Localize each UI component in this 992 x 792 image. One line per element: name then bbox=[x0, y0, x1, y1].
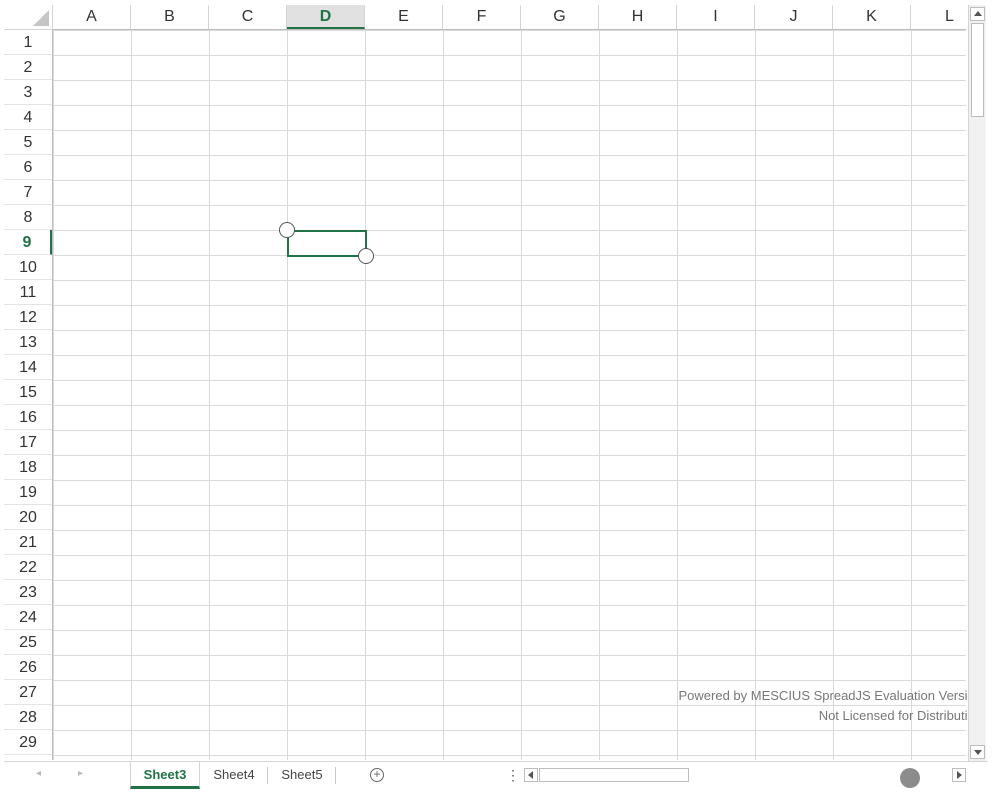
vertical-scrollbar[interactable] bbox=[968, 5, 986, 761]
row-header-25[interactable]: 25 bbox=[4, 630, 52, 655]
column-header-k[interactable]: K bbox=[833, 5, 911, 29]
selection-handle-bottom-right[interactable] bbox=[358, 248, 374, 264]
arrow-down-icon bbox=[974, 750, 982, 755]
column-header-f[interactable]: F bbox=[443, 5, 521, 29]
select-all-corner[interactable] bbox=[4, 5, 53, 30]
row-header-19[interactable]: 19 bbox=[4, 480, 52, 505]
row-header-4[interactable]: 4 bbox=[4, 105, 52, 130]
row-header-12[interactable]: 12 bbox=[4, 305, 52, 330]
column-header-b[interactable]: B bbox=[131, 5, 209, 29]
horizontal-scrollbar[interactable] bbox=[524, 768, 966, 788]
scroll-right-button[interactable] bbox=[952, 768, 966, 782]
row-header-3[interactable]: 3 bbox=[4, 80, 52, 105]
tab-nav-right-icon[interactable]: ▸ bbox=[78, 768, 83, 779]
row-header-8[interactable]: 8 bbox=[4, 205, 52, 230]
row-header-17[interactable]: 17 bbox=[4, 430, 52, 455]
horizontal-scroll-thumb[interactable] bbox=[539, 768, 689, 782]
row-header-27[interactable]: 27 bbox=[4, 680, 52, 705]
scroll-up-button[interactable] bbox=[970, 7, 985, 21]
row-header-24[interactable]: 24 bbox=[4, 605, 52, 630]
row-header-14[interactable]: 14 bbox=[4, 355, 52, 380]
active-cell-selection[interactable] bbox=[287, 230, 367, 257]
tab-sheet4[interactable]: Sheet4 bbox=[200, 762, 268, 789]
row-header-6[interactable]: 6 bbox=[4, 155, 52, 180]
column-header-l[interactable]: L bbox=[911, 5, 966, 29]
column-header-a[interactable]: A bbox=[53, 5, 131, 29]
row-header-28[interactable]: 28 bbox=[4, 705, 52, 730]
column-header-d[interactable]: D bbox=[287, 5, 365, 29]
tab-nav-left-icon[interactable]: ◂ bbox=[36, 768, 41, 779]
column-header-e[interactable]: E bbox=[365, 5, 443, 29]
watermark-line-1: Powered by MESCIUS SpreadJS Evaluation V… bbox=[678, 688, 983, 703]
row-header-21[interactable]: 21 bbox=[4, 530, 52, 555]
row-header-20[interactable]: 20 bbox=[4, 505, 52, 530]
row-header-5[interactable]: 5 bbox=[4, 130, 52, 155]
column-header-c[interactable]: C bbox=[209, 5, 287, 29]
row-header-22[interactable]: 22 bbox=[4, 555, 52, 580]
vertical-scroll-thumb[interactable] bbox=[971, 23, 984, 117]
select-all-triangle-icon bbox=[33, 10, 49, 26]
watermark-line-2: Not Licensed for Distribution bbox=[818, 708, 982, 723]
tab-sheet5[interactable]: Sheet5 bbox=[268, 762, 336, 789]
tab-sheet3[interactable]: Sheet3 bbox=[130, 762, 200, 789]
column-header-g[interactable]: G bbox=[521, 5, 599, 29]
row-header-13[interactable]: 13 bbox=[4, 330, 52, 355]
column-header-j[interactable]: J bbox=[755, 5, 833, 29]
scroll-down-button[interactable] bbox=[970, 745, 985, 759]
add-sheet-icon[interactable]: + bbox=[370, 768, 384, 782]
row-header: 1 2 3 4 5 6 7 8 9 10 11 12 13 14 15 16 17 18 19 20 21 22 23 24 2… bbox=[4, 30, 53, 760]
row-header-2[interactable]: 2 bbox=[4, 55, 52, 80]
scroll-left-button[interactable] bbox=[524, 768, 538, 782]
row-header-15[interactable]: 15 bbox=[4, 380, 52, 405]
tab-separator bbox=[335, 767, 336, 784]
column-header-h[interactable]: H bbox=[599, 5, 677, 29]
row-header-23[interactable]: 23 bbox=[4, 580, 52, 605]
row-header-29[interactable]: 29 bbox=[4, 730, 52, 755]
sheet-tab-bar: ◂ ▸ Sheet3 Sheet4 Sheet5 + ⋮ bbox=[4, 761, 988, 789]
row-header-9[interactable]: 9 bbox=[4, 230, 52, 255]
spreadsheet-app: ABCDEFGHIJKL 1 2 3 4 5 6 7 8 9 10 11 12 13 14 15 16 17 18… bbox=[0, 0, 992, 792]
row-header-11[interactable]: 11 bbox=[4, 280, 52, 305]
row-header-7[interactable]: 7 bbox=[4, 180, 52, 205]
arrow-left-icon bbox=[528, 771, 533, 779]
resize-grip-icon[interactable] bbox=[900, 768, 920, 788]
row-header-1[interactable]: 1 bbox=[4, 30, 52, 55]
row-header-18[interactable]: 18 bbox=[4, 455, 52, 480]
row-header-16[interactable]: 16 bbox=[4, 405, 52, 430]
row-header-10[interactable]: 10 bbox=[4, 255, 52, 280]
selection-handle-top-left[interactable] bbox=[279, 222, 295, 238]
column-header-i[interactable]: I bbox=[677, 5, 755, 29]
arrow-right-icon bbox=[957, 771, 962, 779]
row-header-26[interactable]: 26 bbox=[4, 655, 52, 680]
column-header: ABCDEFGHIJKL bbox=[53, 5, 966, 30]
cell-grid[interactable] bbox=[53, 30, 966, 760]
arrow-up-icon bbox=[974, 11, 982, 16]
tab-menu-icon[interactable]: ⋮ bbox=[506, 767, 520, 784]
